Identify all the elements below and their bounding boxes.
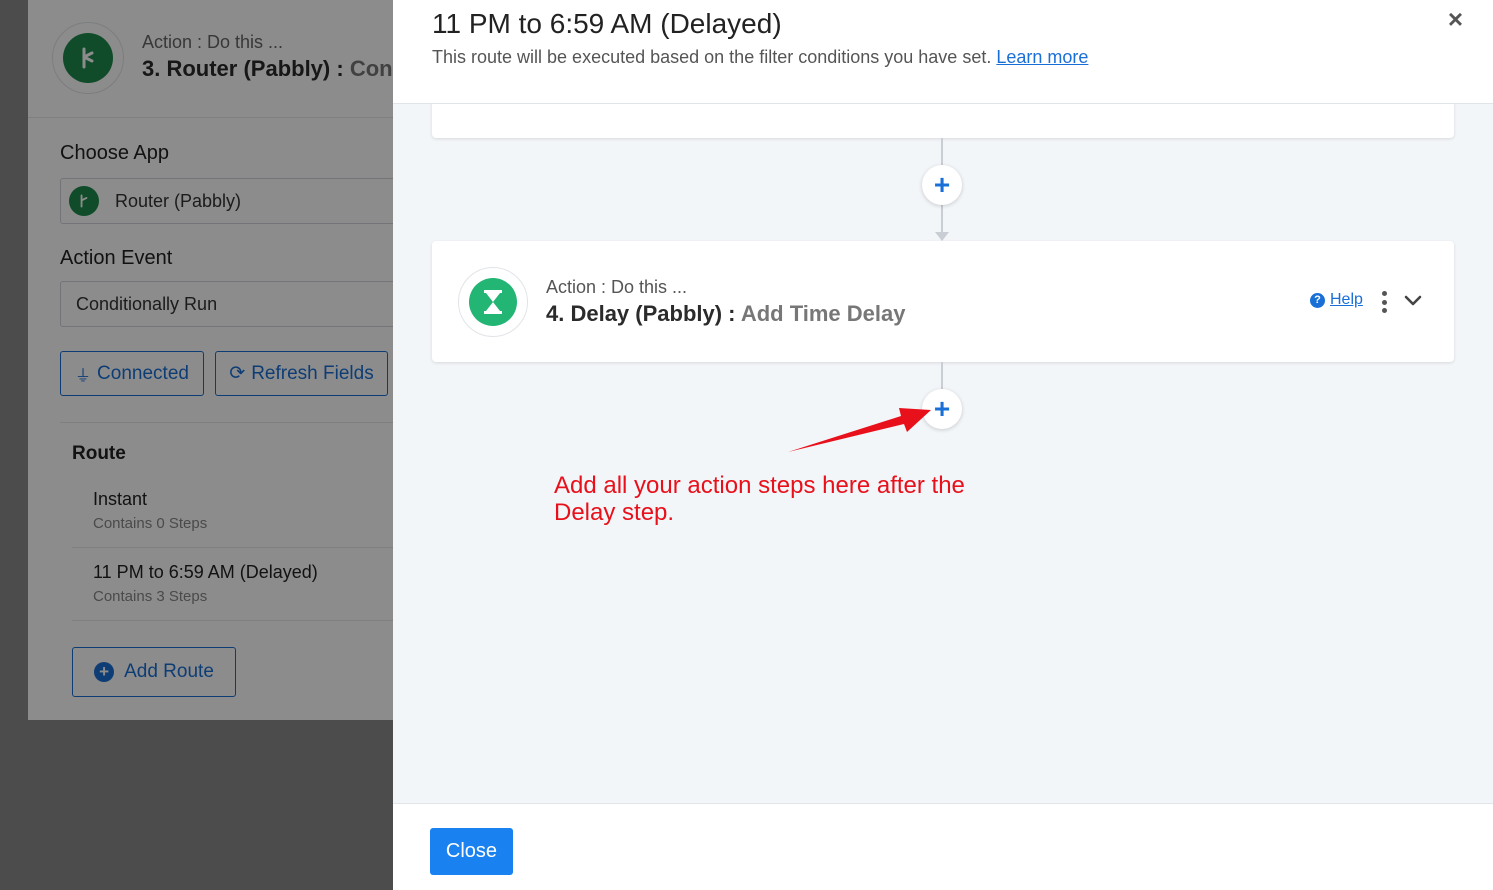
chevron-down-icon[interactable] (1402, 289, 1424, 311)
modal-subtitle-text: This route will be executed based on the… (432, 47, 992, 67)
delay-step-card[interactable]: Action : Do this ... 4. Delay (Pabbly) :… (432, 241, 1454, 362)
modal-footer: Close (393, 803, 1493, 890)
help-link[interactable]: ? Help (1310, 291, 1363, 309)
close-icon[interactable]: × (1448, 4, 1463, 35)
route-modal: 11 PM to 6:59 AM (Delayed) This route wi… (393, 0, 1493, 890)
connector-arrow-icon (935, 232, 949, 241)
delay-app-icon (458, 267, 528, 337)
annotation-arrow-icon (788, 408, 931, 452)
delay-step-title: 4. Delay (Pabbly) : Add Time Delay (546, 301, 905, 327)
hourglass-icon (484, 290, 502, 314)
modal-backdrop[interactable] (0, 0, 393, 890)
delay-step-title-text: 4. Delay (Pabbly) : (546, 301, 736, 326)
learn-more-link[interactable]: Learn more (996, 47, 1088, 67)
close-button[interactable]: Close (430, 828, 513, 875)
help-label: Help (1330, 291, 1363, 308)
question-circle-icon: ? (1310, 292, 1325, 308)
connector-line (941, 362, 943, 392)
modal-title: 11 PM to 6:59 AM (Delayed) (432, 8, 782, 39)
add-step-button[interactable]: + (922, 165, 962, 205)
modal-header: 11 PM to 6:59 AM (Delayed) This route wi… (393, 0, 1493, 104)
modal-subtitle: This route will be executed based on the… (432, 47, 1088, 68)
more-options-icon[interactable] (1379, 291, 1389, 313)
delay-step-event: Add Time Delay (740, 301, 906, 326)
delay-action-prefix: Action : Do this ... (546, 277, 688, 297)
annotation-text: Add all your action steps here after the… (554, 472, 965, 526)
